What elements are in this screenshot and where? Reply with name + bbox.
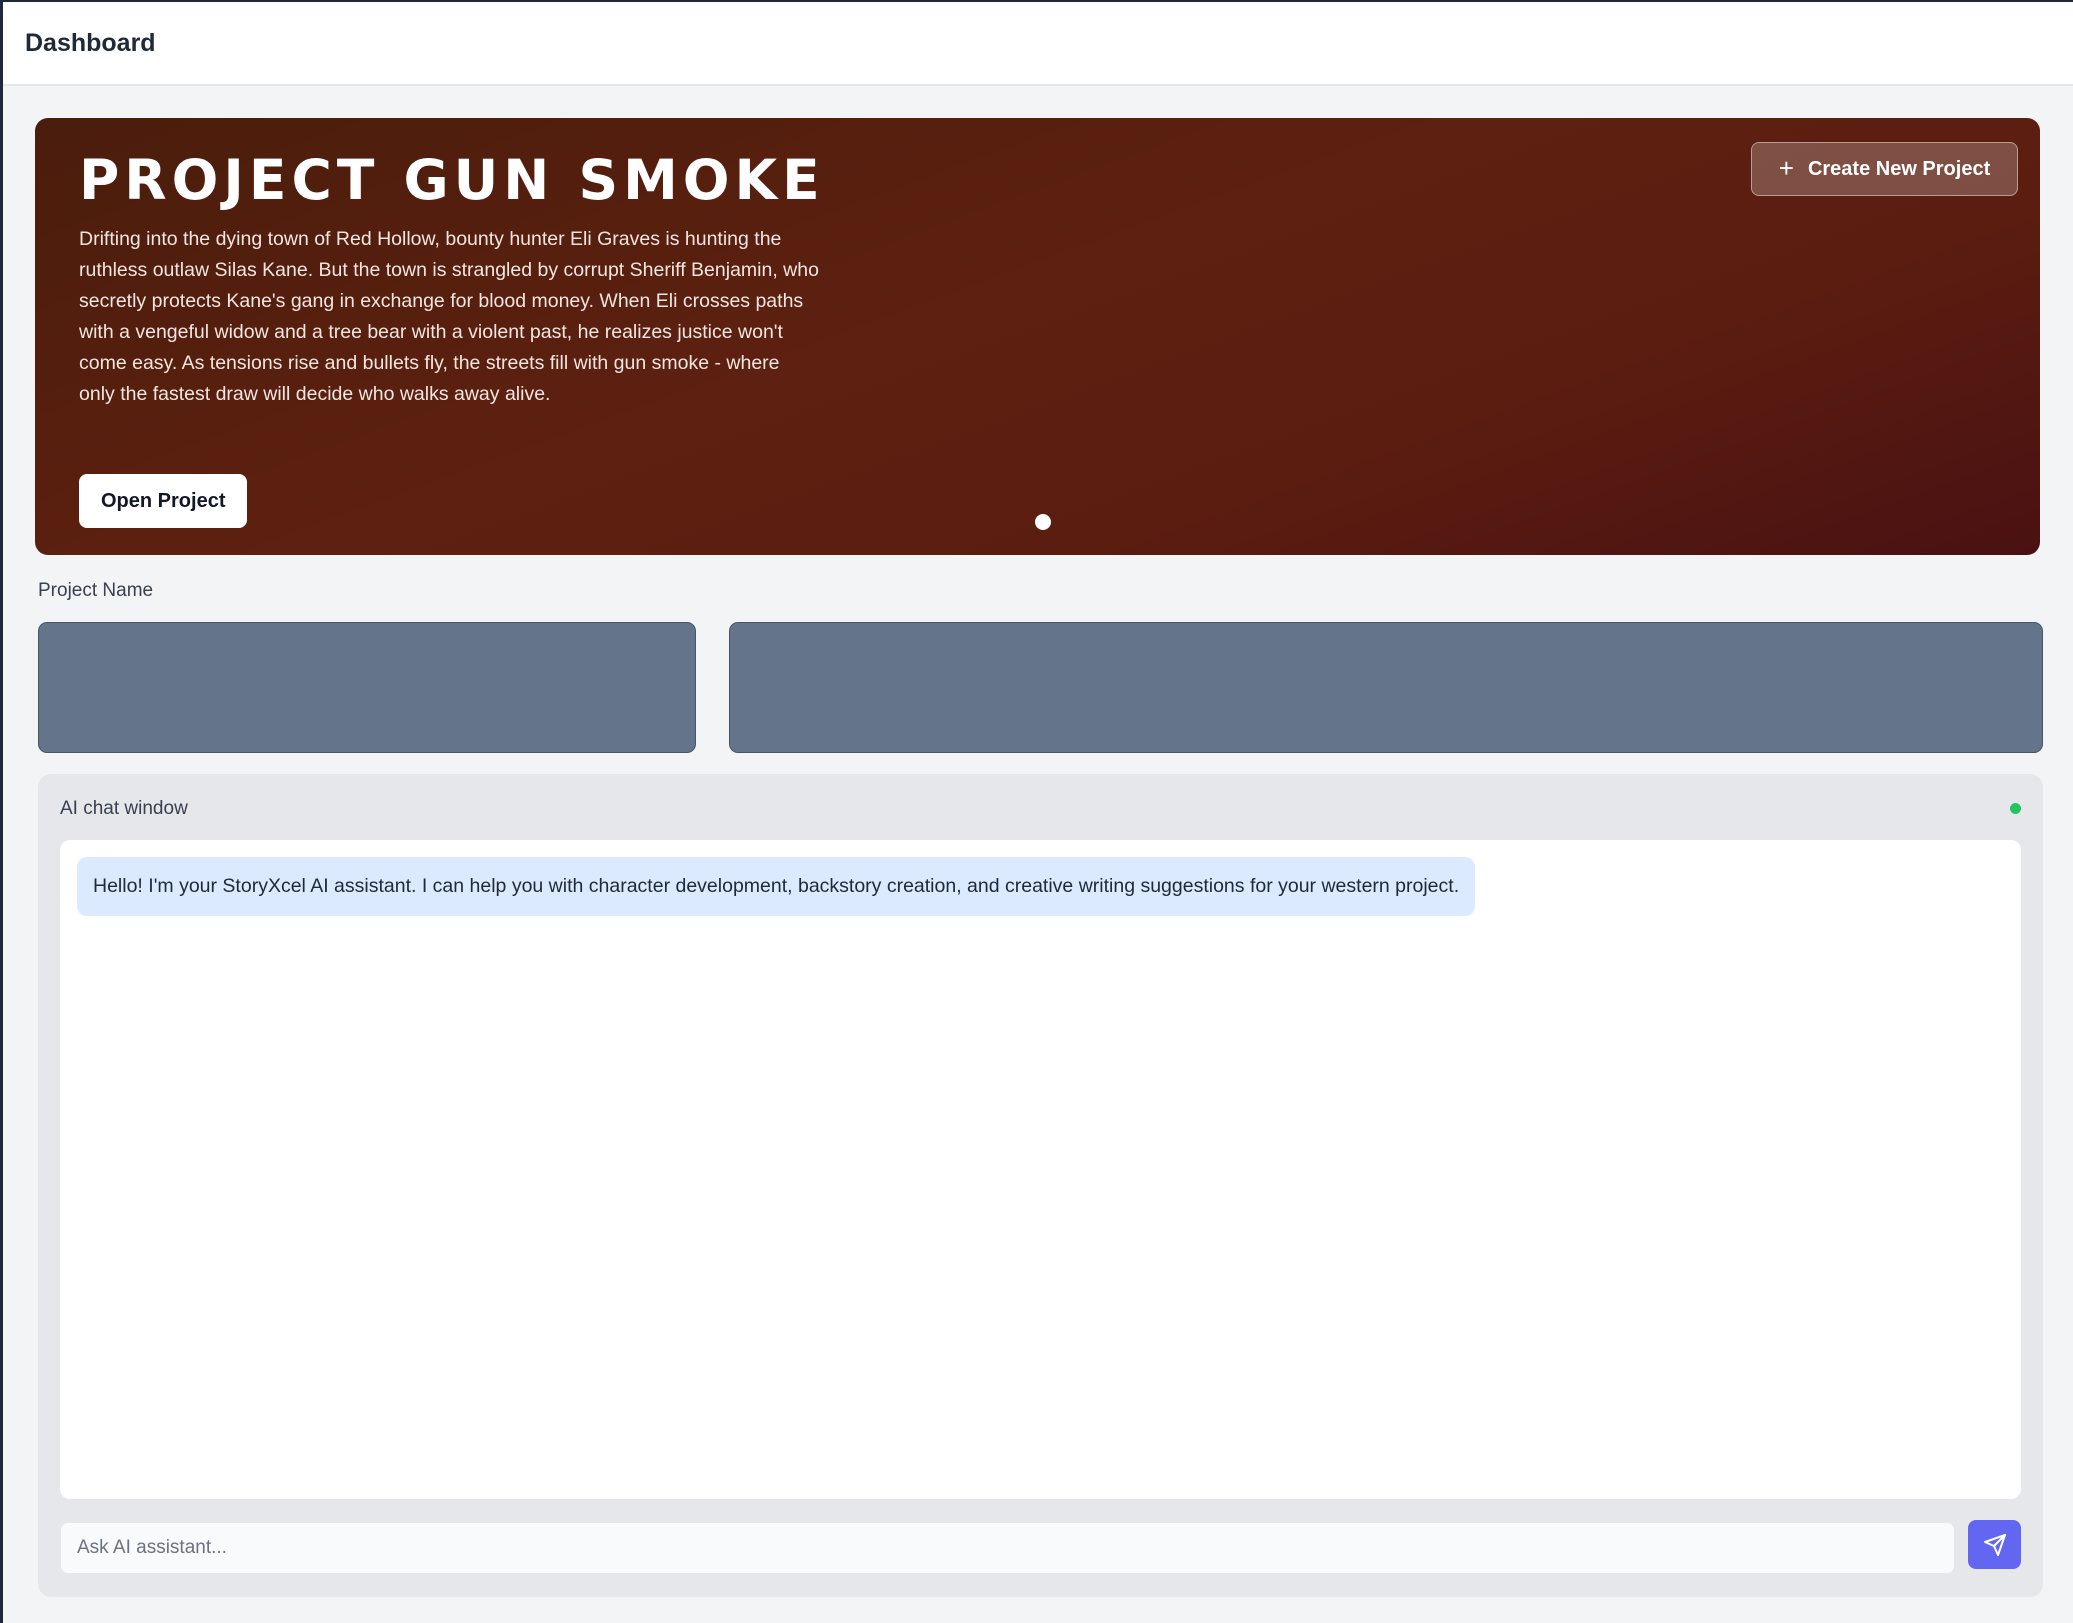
project-hero-banner: PROJECT GUN SMOKE Drifting into the dyin… — [35, 118, 2040, 555]
project-card-placeholder[interactable] — [38, 622, 696, 753]
assistant-message-bubble: Hello! I'm your StoryXcel AI assistant. … — [77, 857, 1476, 916]
chat-window-title: AI chat window — [60, 798, 188, 819]
create-new-project-button[interactable]: + Create New Project — [1751, 142, 2018, 196]
carousel-indicator-dot[interactable] — [1035, 514, 1051, 530]
open-project-button[interactable]: Open Project — [79, 474, 248, 528]
page-title: Dashboard — [25, 28, 156, 57]
send-icon — [1983, 1533, 2006, 1556]
top-bar: Dashboard — [3, 2, 2073, 86]
chat-message-list[interactable]: Hello! I'm your StoryXcel AI assistant. … — [60, 840, 2021, 1499]
create-new-project-label: Create New Project — [1807, 157, 1991, 180]
send-message-button[interactable] — [1968, 1520, 2021, 1569]
hero-project-title: PROJECT GUN SMOKE — [79, 148, 825, 212]
online-status-indicator — [2010, 803, 2021, 814]
project-card-placeholder[interactable] — [729, 622, 2043, 753]
hero-project-description: Drifting into the dying town of Red Holl… — [79, 228, 819, 405]
project-name-label: Project Name — [38, 580, 154, 601]
ai-chat-panel: AI chat window Hello! I'm your StoryXcel… — [38, 774, 2043, 1597]
chat-input-field[interactable] — [60, 1522, 1955, 1574]
plus-icon: + — [1778, 153, 1794, 183]
